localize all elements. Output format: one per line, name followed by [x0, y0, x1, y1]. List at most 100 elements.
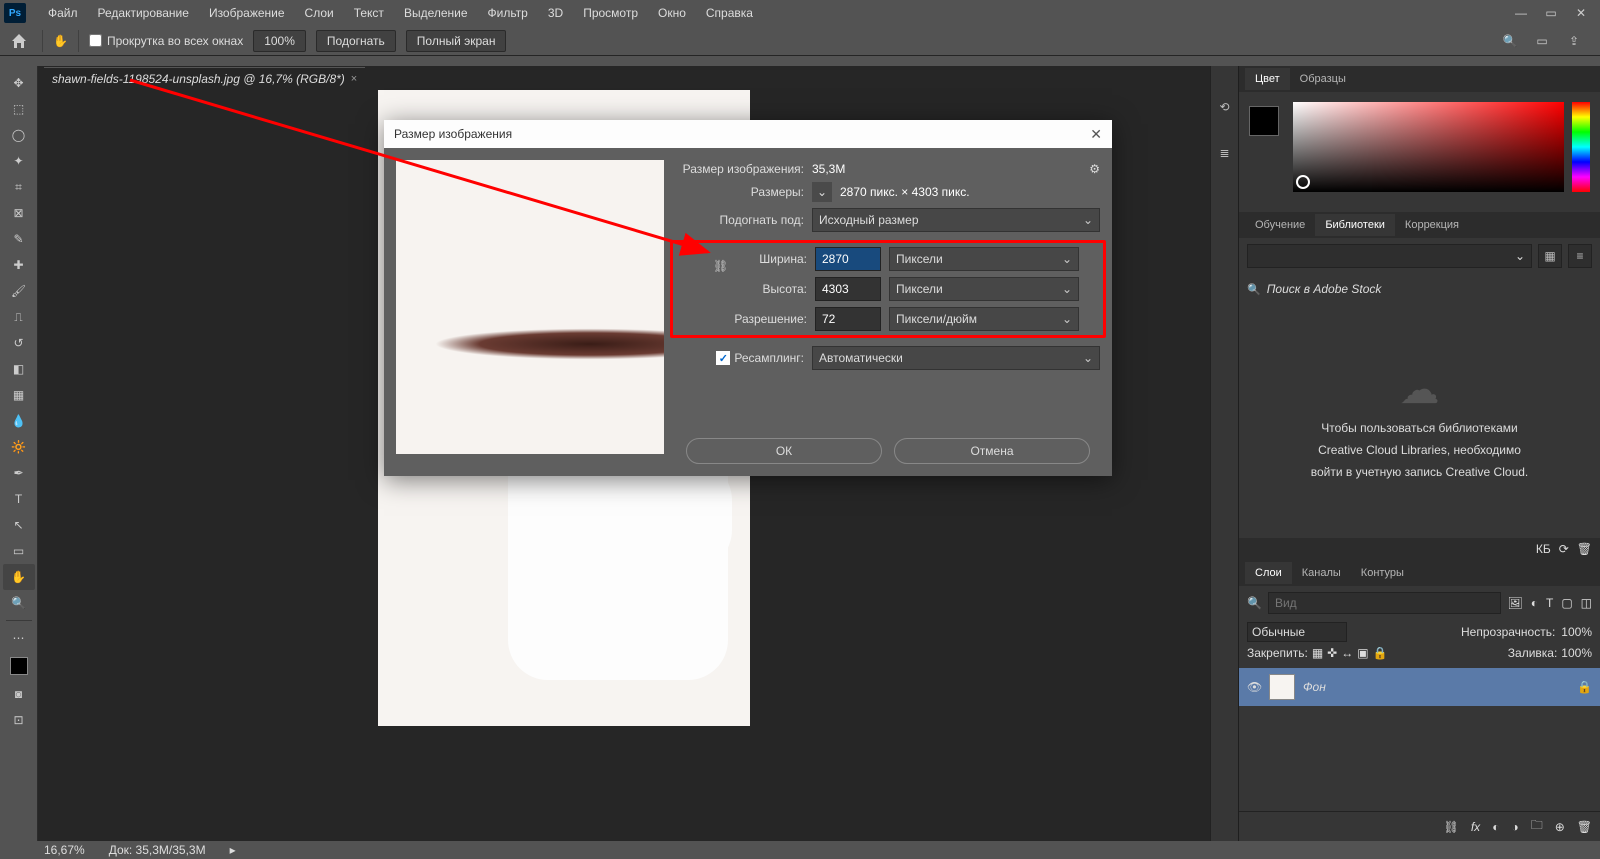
- menu-edit[interactable]: Редактирование: [88, 0, 199, 26]
- window-close-icon[interactable]: ✕: [1566, 0, 1596, 26]
- menu-layers[interactable]: Слои: [295, 0, 344, 26]
- close-tab-icon[interactable]: ×: [351, 73, 357, 85]
- hue-slider[interactable]: [1572, 102, 1590, 192]
- dimensions-dropdown-icon[interactable]: ⌄: [812, 182, 832, 202]
- tab-layers[interactable]: Слои: [1245, 562, 1292, 584]
- menu-filter[interactable]: Фильтр: [478, 0, 538, 26]
- frame-tool-icon[interactable]: ⊠: [3, 200, 35, 226]
- layer-filter-input[interactable]: [1268, 592, 1502, 614]
- gear-icon[interactable]: ⚙: [1089, 162, 1100, 176]
- ok-button[interactable]: ОК: [686, 438, 882, 464]
- mask-icon[interactable]: ◐: [1492, 820, 1499, 834]
- stock-search-input[interactable]: Поиск в Adobe Stock: [1247, 278, 1592, 300]
- filter-shape-icon[interactable]: ▢: [1561, 596, 1572, 610]
- hand-tool-icon[interactable]: ✋: [53, 34, 68, 48]
- tab-learn[interactable]: Обучение: [1245, 214, 1315, 236]
- window-minimize-icon[interactable]: —: [1506, 0, 1536, 26]
- zoom-100-button[interactable]: 100%: [253, 30, 306, 52]
- lock-all-icon[interactable]: 🔒: [1373, 646, 1388, 660]
- blend-mode-select[interactable]: Обычные: [1247, 622, 1347, 642]
- path-select-tool-icon[interactable]: ↖: [3, 512, 35, 538]
- quickmask-icon[interactable]: ◙: [3, 681, 35, 707]
- menu-file[interactable]: Файл: [38, 0, 88, 26]
- tab-color[interactable]: Цвет: [1245, 68, 1290, 90]
- document-tab[interactable]: shawn-fields-1198524-unsplash.jpg @ 16,7…: [44, 67, 365, 90]
- layer-lock-icon[interactable]: 🔒: [1577, 680, 1592, 694]
- opacity-value[interactable]: 100%: [1561, 625, 1592, 639]
- fill-value[interactable]: 100%: [1561, 646, 1592, 660]
- pen-tool-icon[interactable]: ✒: [3, 460, 35, 486]
- tab-swatches[interactable]: Образцы: [1290, 68, 1356, 90]
- fit-button[interactable]: Подогнать: [316, 30, 396, 52]
- sync-icon[interactable]: ⟳: [1559, 542, 1569, 556]
- fit-to-select[interactable]: Исходный размер: [812, 208, 1100, 232]
- properties-panel-icon[interactable]: ≣: [1214, 142, 1236, 164]
- dialog-titlebar[interactable]: Размер изображения ✕: [384, 120, 1112, 148]
- adjustment-icon[interactable]: ◑: [1511, 820, 1518, 834]
- layer-row[interactable]: 👁 Фон 🔒: [1239, 668, 1600, 706]
- menu-3d[interactable]: 3D: [538, 0, 573, 26]
- hand-tool-icon[interactable]: ✋: [3, 564, 35, 590]
- eyedropper-tool-icon[interactable]: ✎: [3, 226, 35, 252]
- group-icon[interactable]: 🗀: [1531, 816, 1543, 837]
- window-maximize-icon[interactable]: ▭: [1536, 0, 1566, 26]
- crop-tool-icon[interactable]: ⌗: [3, 174, 35, 200]
- height-input[interactable]: [815, 277, 881, 301]
- filter-smart-icon[interactable]: ◫: [1581, 596, 1592, 610]
- trash-icon[interactable]: 🗑: [1577, 542, 1592, 556]
- type-tool-icon[interactable]: T: [3, 486, 35, 512]
- filter-type-icon[interactable]: T: [1546, 596, 1553, 610]
- move-tool-icon[interactable]: ✥: [3, 70, 35, 96]
- eraser-tool-icon[interactable]: ◧: [3, 356, 35, 382]
- lock-pixels-icon[interactable]: ▦: [1312, 646, 1323, 660]
- list-view-icon[interactable]: ≡: [1568, 244, 1592, 268]
- link-dimensions-icon[interactable]: ⛓: [713, 259, 728, 273]
- workspace-icon[interactable]: ▭: [1532, 31, 1552, 51]
- width-input[interactable]: [815, 247, 881, 271]
- share-icon[interactable]: ⇪: [1564, 31, 1584, 51]
- resolution-unit-select[interactable]: Пиксели/дюйм: [889, 307, 1079, 331]
- tab-adjustments[interactable]: Коррекция: [1395, 214, 1469, 236]
- stamp-tool-icon[interactable]: ⎍: [3, 304, 35, 330]
- resolution-input[interactable]: [815, 307, 881, 331]
- brush-tool-icon[interactable]: 🖌: [3, 278, 35, 304]
- healing-tool-icon[interactable]: ✚: [3, 252, 35, 278]
- link-layers-icon[interactable]: ⛓: [1444, 820, 1459, 834]
- grid-view-icon[interactable]: ▦: [1538, 244, 1562, 268]
- shape-tool-icon[interactable]: ▭: [3, 538, 35, 564]
- zoom-tool-icon[interactable]: 🔍: [3, 590, 35, 616]
- lasso-tool-icon[interactable]: ◯: [3, 122, 35, 148]
- color-picker-field[interactable]: [1293, 102, 1564, 192]
- width-unit-select[interactable]: Пиксели: [889, 247, 1079, 271]
- delete-layer-icon[interactable]: 🗑: [1577, 820, 1592, 834]
- menu-window[interactable]: Окно: [648, 0, 696, 26]
- resample-method-select[interactable]: Автоматически: [812, 346, 1100, 370]
- foreground-color-swatch[interactable]: [1249, 106, 1279, 136]
- height-unit-select[interactable]: Пиксели: [889, 277, 1079, 301]
- menu-text[interactable]: Текст: [344, 0, 394, 26]
- scroll-all-windows-checkbox[interactable]: Прокрутка во всех окнах: [89, 34, 243, 48]
- blur-tool-icon[interactable]: 💧: [3, 408, 35, 434]
- tab-paths[interactable]: Контуры: [1351, 562, 1414, 584]
- home-icon[interactable]: [6, 30, 32, 52]
- dodge-tool-icon[interactable]: 🔆: [3, 434, 35, 460]
- gradient-tool-icon[interactable]: ▦: [3, 382, 35, 408]
- resample-checkbox[interactable]: ✓: [716, 351, 730, 365]
- menu-image[interactable]: Изображение: [199, 0, 295, 26]
- filter-image-icon[interactable]: 🖼: [1507, 596, 1522, 610]
- tab-channels[interactable]: Каналы: [1292, 562, 1351, 584]
- menu-view[interactable]: Просмотр: [573, 0, 648, 26]
- history-brush-tool-icon[interactable]: ↺: [3, 330, 35, 356]
- screenmode-icon[interactable]: ⊡: [3, 707, 35, 733]
- edit-toolbar-icon[interactable]: ⋯: [3, 625, 35, 651]
- filter-adjust-icon[interactable]: ◐: [1531, 596, 1538, 610]
- cancel-button[interactable]: Отмена: [894, 438, 1090, 464]
- marquee-tool-icon[interactable]: ⬚: [3, 96, 35, 122]
- new-layer-icon[interactable]: ⊕: [1555, 820, 1565, 834]
- layer-visibility-icon[interactable]: 👁: [1247, 680, 1261, 694]
- color-swatch-icon[interactable]: [3, 651, 35, 681]
- menu-select[interactable]: Выделение: [394, 0, 478, 26]
- zoom-level[interactable]: 16,67%: [44, 843, 85, 857]
- lock-position-icon[interactable]: ✜: [1327, 646, 1337, 660]
- menu-help[interactable]: Справка: [696, 0, 763, 26]
